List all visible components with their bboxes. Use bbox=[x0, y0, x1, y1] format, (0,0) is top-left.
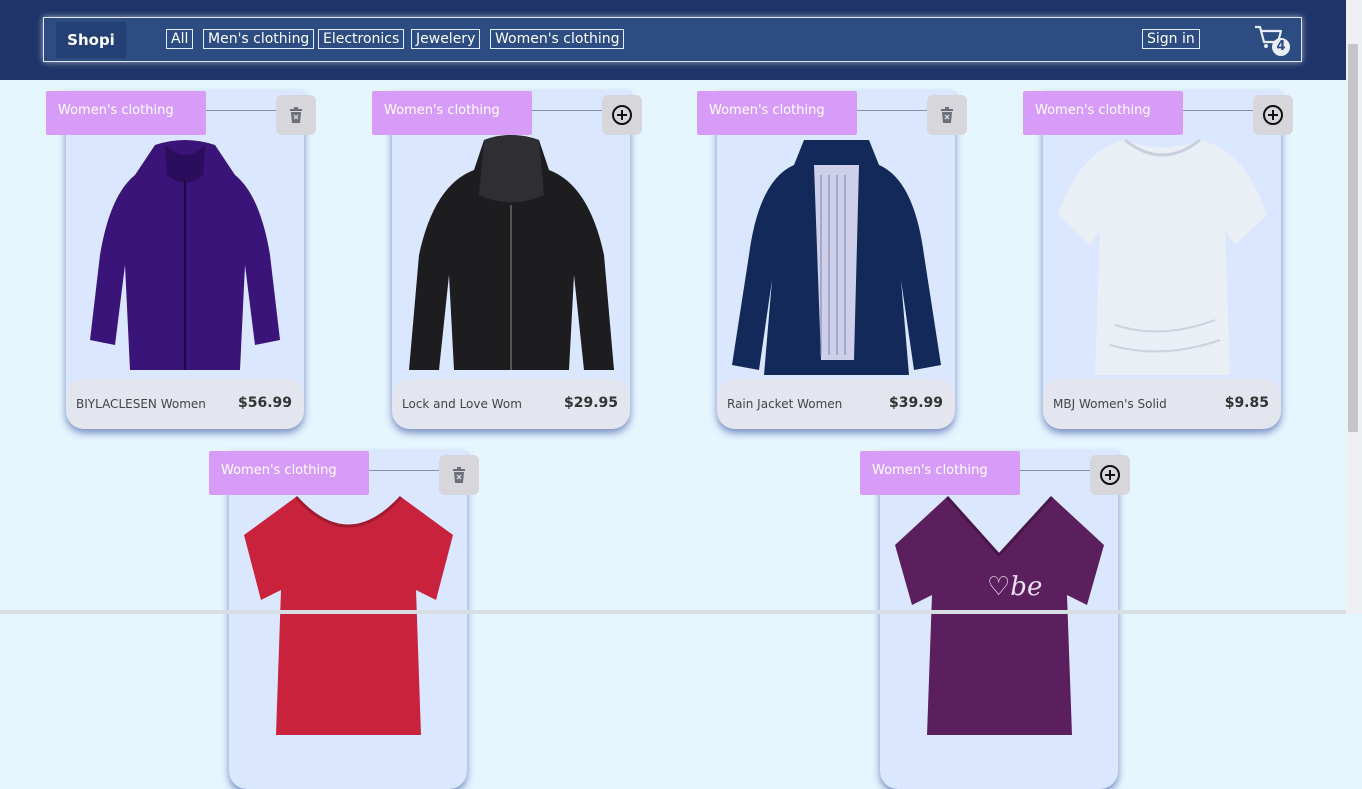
product-card-body: Rain Jacket Women $39.99 bbox=[717, 91, 955, 429]
nav-link-jewelery[interactable]: Jewelery bbox=[411, 29, 481, 49]
nav-link-all[interactable]: All bbox=[166, 29, 194, 49]
divider bbox=[532, 110, 602, 111]
cart-count-badge: 4 bbox=[1272, 38, 1290, 56]
product-info-bar: MBJ Women's Solid $9.85 bbox=[1043, 379, 1281, 429]
add-to-cart-button[interactable] bbox=[1090, 455, 1130, 495]
divider bbox=[1020, 470, 1090, 471]
product-image bbox=[1053, 135, 1271, 375]
product-title: Lock and Love Wom bbox=[402, 397, 522, 411]
trash-icon bbox=[941, 107, 953, 123]
product-title: Rain Jacket Women bbox=[727, 397, 843, 411]
add-to-cart-button[interactable] bbox=[1253, 95, 1293, 135]
product-card-body: MBJ Women's Solid $9.85 bbox=[1043, 91, 1281, 429]
brand-logo[interactable]: Shopi bbox=[56, 22, 126, 58]
trash-icon bbox=[453, 467, 465, 483]
category-badge: Women's clothing bbox=[1023, 91, 1183, 135]
product-info-bar: Rain Jacket Women $39.99 bbox=[717, 379, 955, 429]
divider bbox=[206, 110, 276, 111]
category-badge: Women's clothing bbox=[697, 91, 857, 135]
category-badge: Women's clothing bbox=[209, 451, 369, 495]
product-card-body bbox=[229, 451, 467, 789]
product-image bbox=[239, 495, 457, 735]
product-price: $56.99 bbox=[237, 395, 292, 411]
remove-from-cart-button[interactable] bbox=[439, 455, 479, 495]
remove-from-cart-button[interactable] bbox=[276, 95, 316, 135]
svg-text:♡be: ♡be bbox=[987, 572, 1042, 602]
remove-from-cart-button[interactable] bbox=[927, 95, 967, 135]
product-image bbox=[727, 135, 945, 375]
product-info-bar: Lock and Love Wom $29.95 bbox=[392, 379, 630, 429]
product-card-body: Lock and Love Wom $29.95 bbox=[392, 91, 630, 429]
nav-link-womens-clothing[interactable]: Women's clothing bbox=[490, 29, 625, 49]
scrollbar-thumb[interactable] bbox=[1348, 44, 1358, 432]
nav-link-electronics[interactable]: Electronics bbox=[318, 29, 405, 49]
product-title: MBJ Women's Solid bbox=[1053, 397, 1167, 411]
add-icon bbox=[1100, 465, 1120, 485]
product-info-bar: BIYLACLESEN Women $56.99 bbox=[66, 379, 304, 429]
divider bbox=[369, 470, 439, 471]
category-badge: Women's clothing bbox=[860, 451, 1020, 495]
divider bbox=[857, 110, 927, 111]
nav-link-mens-clothing[interactable]: Men's clothing bbox=[203, 29, 315, 49]
top-navigation-bar: Shopi All Men's clothing Electronics Jew… bbox=[0, 0, 1346, 80]
divider bbox=[1183, 110, 1253, 111]
category-badge: Women's clothing bbox=[46, 91, 206, 135]
page-bottom-edge bbox=[0, 610, 1346, 614]
sign-in-link[interactable]: Sign in bbox=[1142, 29, 1200, 49]
product-price: $39.99 bbox=[888, 395, 943, 411]
add-to-cart-button[interactable] bbox=[602, 95, 642, 135]
category-badge: Women's clothing bbox=[372, 91, 532, 135]
product-image bbox=[76, 135, 294, 375]
product-image: ♡be bbox=[890, 495, 1108, 735]
product-price: $9.85 bbox=[1224, 395, 1269, 411]
product-card-body: BIYLACLESEN Women $56.99 bbox=[66, 91, 304, 429]
cart-button[interactable]: 4 bbox=[1254, 24, 1294, 58]
product-price: $29.95 bbox=[563, 395, 618, 411]
trash-icon bbox=[290, 107, 302, 123]
nav-container: Shopi All Men's clothing Electronics Jew… bbox=[43, 17, 1302, 62]
add-icon bbox=[612, 105, 632, 125]
add-icon bbox=[1263, 105, 1283, 125]
product-title: BIYLACLESEN Women bbox=[76, 397, 206, 411]
product-card-body: ♡be bbox=[880, 451, 1118, 789]
product-image bbox=[402, 135, 620, 375]
